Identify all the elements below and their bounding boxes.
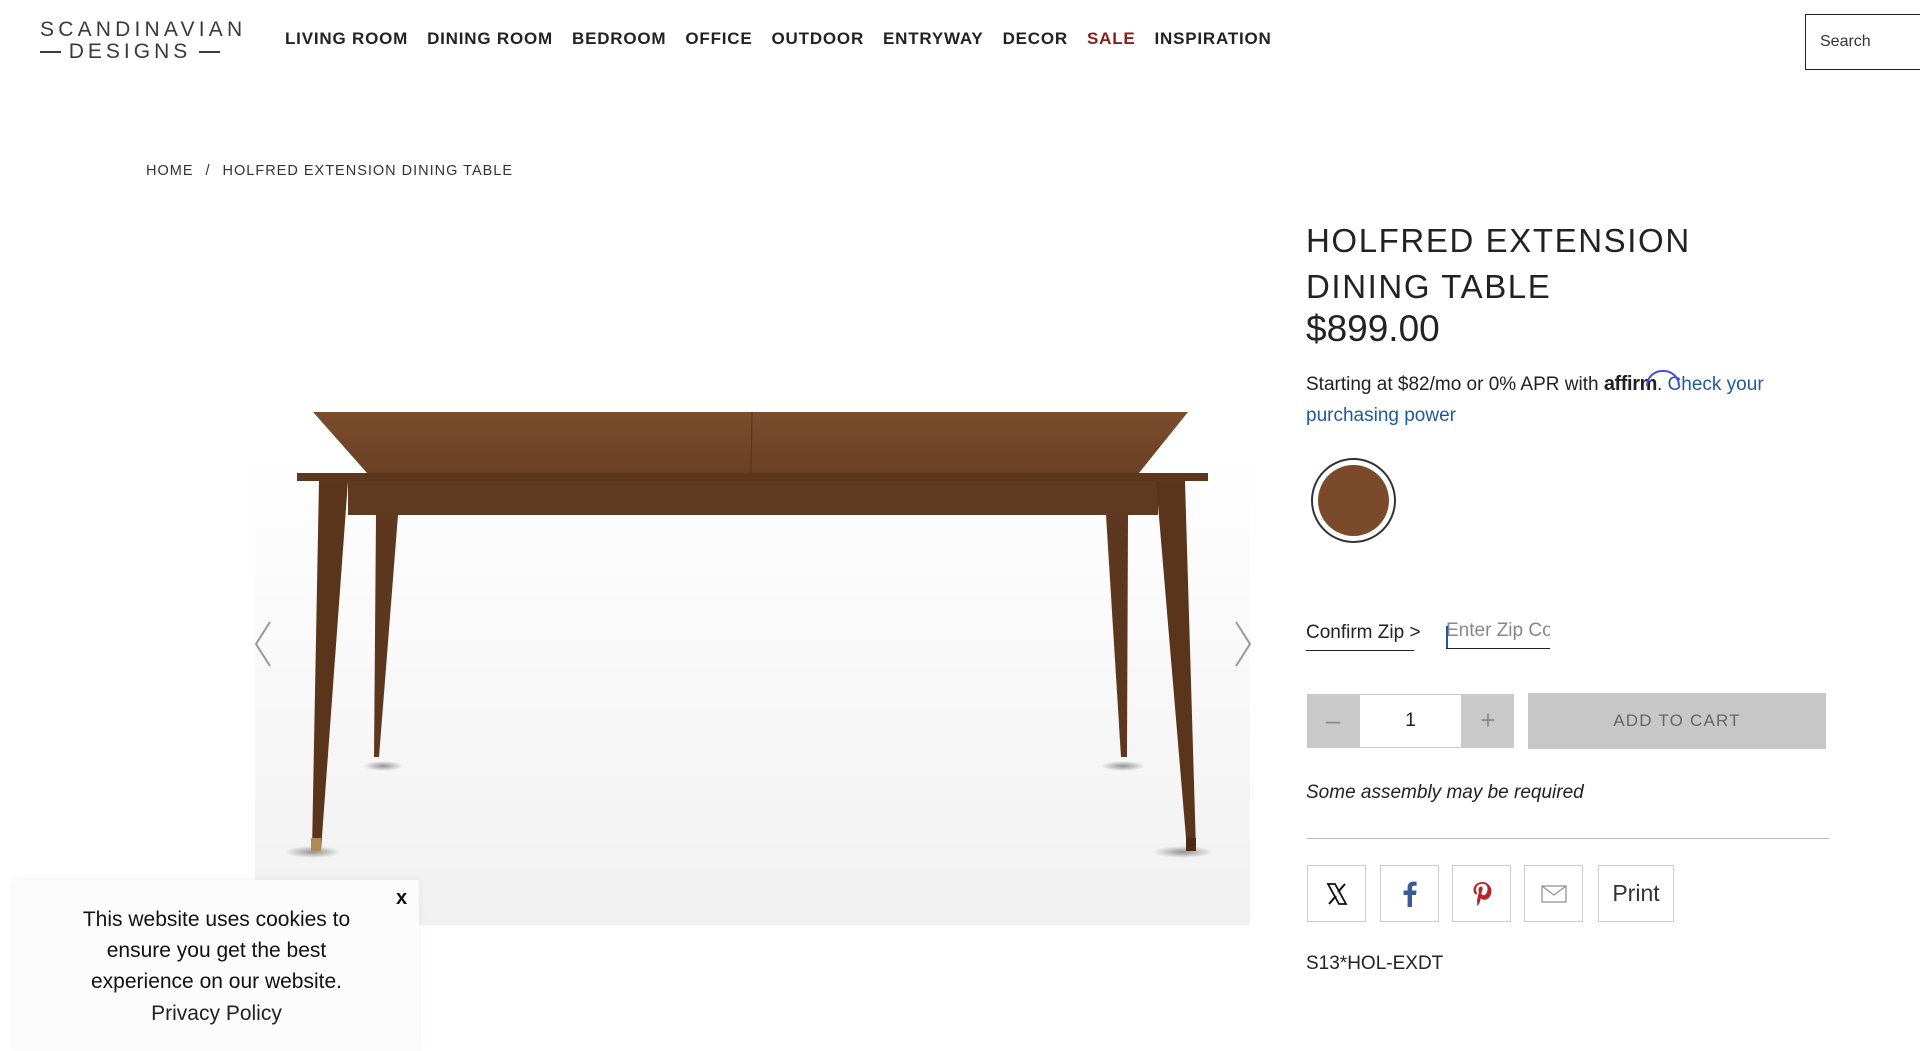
confirm-zip-label[interactable]: Confirm Zip > <box>1306 622 1421 651</box>
gallery-next-arrow[interactable] <box>1228 618 1258 670</box>
breadcrumb: HOME / HOLFRED EXTENSION DINING TABLE <box>146 163 513 179</box>
logo-line-1: SCANDINAVIAN <box>40 18 247 41</box>
share-pinterest-button[interactable] <box>1452 865 1511 922</box>
mail-icon <box>1540 884 1567 903</box>
cookie-close-button[interactable]: x <box>396 887 407 910</box>
product-price: $899.00 <box>1306 308 1440 349</box>
breadcrumb-separator: / <box>205 163 211 179</box>
nav-sale[interactable]: SALE <box>1087 28 1136 50</box>
nav-office[interactable]: OFFICE <box>685 28 752 50</box>
facebook-icon <box>1403 881 1417 907</box>
product-image[interactable] <box>255 220 1250 925</box>
text-caret <box>1446 626 1448 648</box>
divider <box>1307 838 1829 839</box>
add-to-cart-button[interactable]: ADD TO CART <box>1528 693 1826 749</box>
logo-line-2-text: DESIGNS <box>68 40 192 63</box>
nav-entryway[interactable]: ENTRYWAY <box>883 28 984 50</box>
site-logo[interactable]: SCANDINAVIAN DESIGNS <box>40 18 247 63</box>
gallery-prev-arrow[interactable] <box>248 618 278 670</box>
nav-outdoor[interactable]: OUTDOOR <box>772 28 864 50</box>
product-title: HOLFRED EXTENSION DINING TABLE <box>1306 222 1691 305</box>
chevron-left-icon <box>254 621 271 667</box>
main-nav: LIVING ROOM DINING ROOM BEDROOM OFFICE O… <box>285 28 1272 50</box>
affirm-financing: Starting at $82/mo or 0% APR with affirm… <box>1306 369 1826 431</box>
nav-dining-room[interactable]: DINING ROOM <box>427 28 553 50</box>
nav-bedroom[interactable]: BEDROOM <box>572 28 666 50</box>
chevron-right-icon <box>1235 621 1252 667</box>
quantity-decrease-button[interactable]: – <box>1307 694 1359 748</box>
print-button[interactable]: Print <box>1598 865 1674 922</box>
nav-living-room[interactable]: LIVING ROOM <box>285 28 408 50</box>
search-input[interactable]: Search <box>1805 14 1920 70</box>
logo-dash-left <box>40 51 61 53</box>
color-swatch-walnut[interactable] <box>1311 458 1396 543</box>
affirm-logo: affirm <box>1603 373 1658 395</box>
assembly-note: Some assembly may be required <box>1306 782 1584 803</box>
x-icon <box>1325 882 1348 905</box>
affirm-text: Starting at $82/mo or 0% APR with <box>1306 374 1604 395</box>
breadcrumb-current: HOLFRED EXTENSION DINING TABLE <box>222 163 514 179</box>
nav-inspiration[interactable]: INSPIRATION <box>1155 28 1272 50</box>
swatch-fill <box>1318 465 1389 536</box>
table-image <box>255 411 1250 925</box>
pinterest-icon <box>1473 881 1491 906</box>
breadcrumb-home[interactable]: HOME <box>146 163 194 179</box>
logo-dash-right <box>199 51 220 53</box>
cookie-message: This website uses cookies to ensure you … <box>82 908 351 993</box>
zip-code-input[interactable] <box>1446 620 1550 649</box>
privacy-policy-link[interactable]: Privacy Policy <box>14 1002 419 1026</box>
share-x-button[interactable] <box>1307 865 1366 922</box>
product-sku: S13*HOL-EXDT <box>1306 953 1444 974</box>
cookie-banner: This website uses cookies to ensure you … <box>14 880 419 1051</box>
share-facebook-button[interactable] <box>1380 865 1439 922</box>
quantity-input[interactable] <box>1359 694 1462 748</box>
nav-decor[interactable]: DECOR <box>1003 28 1068 50</box>
share-email-button[interactable] <box>1524 865 1583 922</box>
quantity-increase-button[interactable]: + <box>1462 694 1514 748</box>
logo-line-2: DESIGNS <box>40 41 220 63</box>
